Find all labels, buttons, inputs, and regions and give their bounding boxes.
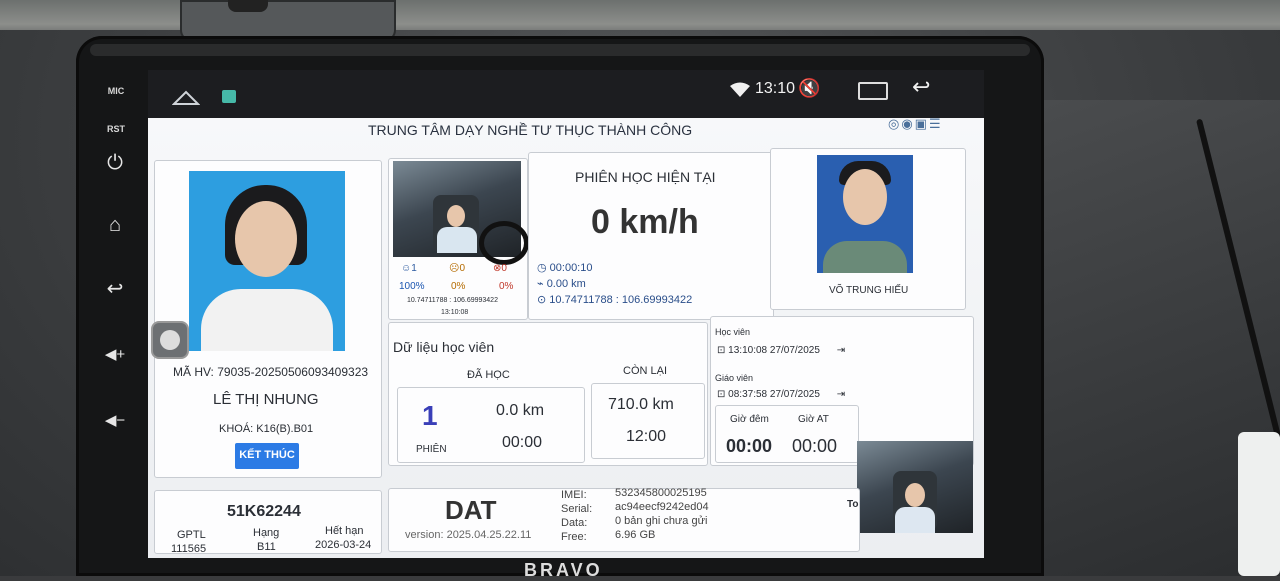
rank-label: Hạng [253,527,280,539]
expire-value: 2026-03-24 [315,539,372,551]
rear-camera-feed [857,441,973,533]
vehicle-panel: 51K62244 GPTL 111565 Hạng B11 Hết hạn 20… [154,490,382,555]
center-name: TRUNG TÂM DẠY NGHỀ TƯ THỤC THÀNH CÔNG [368,122,693,138]
brand-logo: BRAVO [524,560,603,580]
session-panel: PHIÊN HỌC HIỆN TẠI 0 km/h ◷ 00:00:10 ⌁ 0… [528,152,774,320]
login-student-time: ⊡ 13:10:08 27/07/2025 ⇥ [717,345,846,356]
screen: 13:10 🔇 ↩ TRUNG TÂM DẠY NGHỀ TƯ THỤC THÀ… [148,70,984,558]
student-photo [189,171,345,351]
session-title: PHIÊN HỌC HIỆN TẠI [575,169,716,185]
learned-label: ĐÃ HỌC [467,369,510,381]
volume-down-icon[interactable]: ◀− [100,406,130,436]
login-student-label: Học viên [715,327,751,337]
truncated-label: To [847,499,859,510]
hours-box: Giờ đêm Giờ AT 00:00 00:00 [715,405,859,463]
cam-coords: 10.74711788 : 106.69993422 [407,297,498,304]
mute-icon[interactable]: 🔇 [798,78,820,99]
app-content: TRUNG TÂM DẠY NGHỀ TƯ THỤC THÀNH CÔNG ◎◉… [148,116,984,558]
student-name: LÊ THỊ NHUNG [213,391,319,408]
driver-camera-feed [393,161,529,265]
home-outline-icon[interactable] [172,88,200,106]
teacher-panel: VÕ TRUNG HIẾU [770,148,966,310]
student-id: MÃ HV: 79035-20250506093409323 [173,365,369,379]
cam-stat-3: ⊗0 [493,263,507,274]
login-teacher-time: ⊡ 08:37:58 27/07/2025 ⇥ [717,389,846,400]
mount-lens [228,0,268,12]
learned-km: 0.0 km [496,402,545,419]
vehicle-plate: 51K62244 [227,503,301,520]
status-bar: 13:10 🔇 ↩ [148,70,984,118]
student-data-title: Dữ liệu học viên [393,339,495,355]
reset-label: RST [107,124,125,134]
home-icon[interactable]: ⌂ [100,210,130,240]
sessions-count: 1 [422,400,438,431]
cam-stat-1: ☺1 [401,263,417,274]
learned-box: 1 PHIÊN 0.0 km 00:00 [397,387,585,463]
auto-label: Giờ AT [798,414,829,425]
session-duration: ◷ 00:00:10 [537,262,593,274]
auto-value: 00:00 [792,436,838,456]
float-button[interactable] [151,321,189,359]
serial-label: Serial: [561,503,593,515]
remain-box: 710.0 km 12:00 [591,383,705,459]
login-panel: Học viên ⊡ 13:10:08 27/07/2025 ⇥ Giáo vi… [710,316,974,533]
remain-km: 710.0 km [608,396,674,413]
cam-pct-3: 0% [499,281,514,292]
teacher-photo [817,155,913,273]
expire-label: Hết hạn [325,525,364,537]
night-value: 00:00 [726,436,773,456]
bezel-top-edge [90,44,1030,56]
device-name: DAT [445,495,497,525]
session-speed: 0 km/h [591,203,699,241]
serial-value: ac94eecf9242ed04 [615,501,709,513]
learned-time: 00:00 [502,434,543,451]
imei-label: IMEI: [561,489,587,501]
gptl-label: GPTL [177,529,206,541]
data-value: 0 bản ghi chưa gửi [615,515,708,527]
gptl-value: 111565 [171,543,207,555]
app-thumb-icon[interactable] [222,90,236,103]
remain-label: CÒN LẠI [623,365,668,377]
paper-tag [1238,432,1280,576]
status-time: 13:10 [755,80,796,97]
mic-label: MIC [107,86,125,96]
power-icon[interactable]: ⏻ [100,148,130,178]
student-panel: MÃ HV: 79035-20250506093409323 LÊ THỊ NH… [151,160,382,478]
imei-value: 532345800025195 [615,487,707,499]
toolbar-status-icons: ◎◉▣☰ [888,116,943,131]
cam-stat-2: ☹0 [449,263,465,274]
cam-pct-1: 100% [399,281,425,292]
sessions-label: PHIÊN [416,444,447,455]
wifi-icon [730,82,750,97]
camera-panel: ☺1 ☹0 ⊗0 100% 0% 0% 10.74711788 : 106.69… [388,158,529,320]
end-button[interactable]: KẾT THÚC [235,443,299,469]
free-label: Free: [561,531,587,543]
remain-time: 12:00 [626,428,667,445]
cam-time: 13:10:08 [441,309,469,316]
session-distance: ⌁ 0.00 km [537,278,586,290]
cam-pct-2: 0% [451,281,466,292]
session-coords: ⊙ 10.74711788 : 106.69993422 [537,294,693,306]
recents-icon[interactable] [858,82,888,100]
back-hw-icon[interactable]: ↩ [100,274,130,304]
night-label: Giờ đêm [730,414,769,425]
device-version: version: 2025.04.25.22.11 [405,529,532,541]
teacher-name: VÕ TRUNG HIẾU [829,285,909,296]
back-icon[interactable]: ↩ [912,74,930,100]
student-data-panel: Dữ liệu học viên ĐÃ HỌC CÒN LẠI 1 PHIÊN … [388,322,708,466]
volume-up-icon[interactable]: ◀+ [100,340,130,370]
device-panel: DAT version: 2025.04.25.22.11 IMEI: 5323… [388,487,860,552]
student-course: KHOÁ: K16(B).B01 [219,423,314,435]
data-label: Data: [561,517,588,529]
free-value: 6.96 GB [615,529,656,541]
rank-value: B11 [257,541,276,553]
login-teacher-label: Giáo viên [715,373,754,383]
